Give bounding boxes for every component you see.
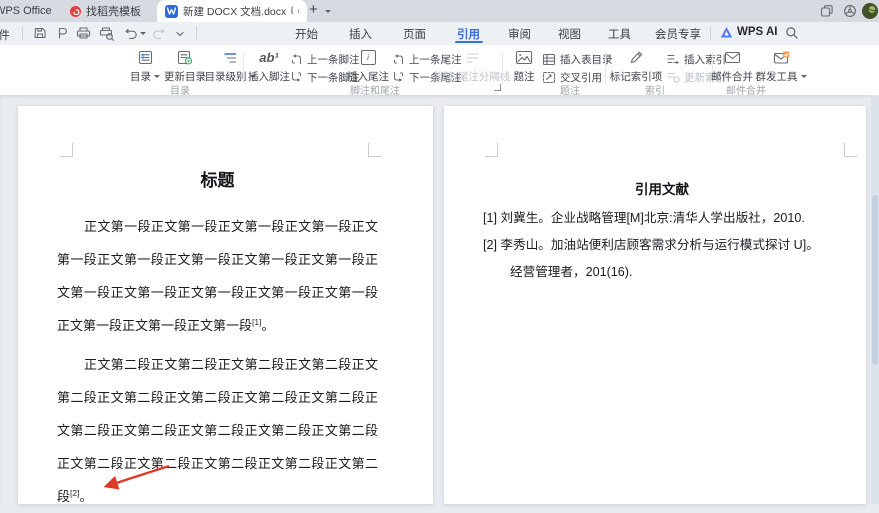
insert-endnote-icon: i: [361, 48, 376, 67]
body-line: 正文第一段正文第一段正文第一段[1]。: [57, 309, 378, 342]
file-menu[interactable]: 文件: [0, 27, 10, 43]
insert-index-icon: [666, 53, 680, 65]
print-preview-icon[interactable]: [99, 26, 115, 41]
docer-icon: [70, 6, 81, 17]
footnote-ref-2[interactable]: [2]: [70, 488, 79, 498]
print-icon[interactable]: [76, 26, 91, 40]
body-line: 文第一段正文第一段正文第一段正文第一段正文第一段: [57, 276, 378, 309]
export-pdf-icon[interactable]: [56, 26, 69, 40]
menu-home[interactable]: 开始: [295, 26, 318, 42]
scrollbar-thumb[interactable]: [872, 195, 878, 365]
mark-index-icon: [629, 48, 644, 67]
divider: [22, 27, 23, 40]
group-send-icon: [773, 48, 790, 67]
divider: [710, 27, 711, 40]
wps-ai-icon: [720, 26, 733, 39]
group-separator: [243, 52, 244, 84]
body-line: 正文第二段正文第二段正文第二段正文第二段正文: [57, 348, 378, 381]
table-of-figures-button[interactable]: 插入表目录: [542, 51, 613, 67]
menu-member[interactable]: 会员专享: [655, 26, 701, 42]
update-toc-icon: [177, 48, 193, 67]
red-arrow-annotation: [85, 455, 180, 500]
wps-ai-label[interactable]: WPS AI: [737, 26, 777, 38]
avatar[interactable]: [862, 3, 878, 19]
caption-icon: [515, 48, 533, 67]
reference-entry: [2] 李秀山。加油站便利店顾客需求分析与运行模式探讨 U]。: [483, 232, 819, 259]
reference-entry: [1] 刘冀生。企业战略管理[M]北京:清华人学出版社，2010.: [483, 205, 805, 232]
undo-icon[interactable]: [124, 27, 137, 40]
menu-page[interactable]: 页面: [403, 26, 426, 42]
margin-mark: [485, 143, 498, 157]
mark-index-button[interactable]: 标记索引项: [608, 48, 664, 84]
toc-level-icon: [223, 48, 238, 67]
references-heading: 引用文献: [483, 178, 841, 198]
service-icon[interactable]: [843, 4, 857, 18]
mail-merge-icon: [724, 48, 741, 67]
margin-mark: [844, 143, 857, 157]
tab-app[interactable]: WPS Office: [0, 5, 52, 17]
body-line: 正文第一段正文第一段正文第一段正文第一段正文: [57, 210, 378, 243]
dropdown-caret: [801, 75, 807, 78]
wps-writer-icon: [165, 5, 178, 18]
new-tab-button[interactable]: +: [309, 1, 318, 18]
tab-document-active[interactable]: 新建 DOCX 文档.docx: [157, 0, 307, 22]
vertical-scrollbar[interactable]: [871, 95, 879, 504]
tab-document-label: 新建 DOCX 文档.docx: [183, 4, 286, 19]
prev-endnote-icon: [392, 53, 405, 65]
insert-endnote-button[interactable]: i 插入尾注: [347, 48, 389, 84]
reference-entry: 经营管理者，201(16).: [510, 259, 632, 286]
undo-caret[interactable]: [140, 32, 146, 35]
body-line: 第一段正文第一段正文第一段正文第一段正文第一段正: [57, 243, 378, 276]
group-separator: [502, 52, 503, 84]
dialog-launcher-icon[interactable]: [494, 84, 501, 91]
body-line: 文第二段正文第二段正文第二段正文第二段正文第二段: [57, 414, 378, 447]
page-2[interactable]: 引用文献 [1] 刘冀生。企业战略管理[M]北京:清华人学出版社，2010. […: [444, 106, 866, 504]
redo-icon[interactable]: [153, 27, 166, 40]
window-tab-bar: WPS Office 找稻壳模板 新建 DOCX 文档.docx +: [0, 0, 879, 22]
menu-tools[interactable]: 工具: [608, 26, 631, 42]
screen-share-icon[interactable]: [291, 6, 293, 17]
caption-button[interactable]: 题注: [506, 48, 542, 84]
divider: [196, 27, 197, 40]
prev-footnote-icon: [290, 53, 303, 65]
footnote-separator-icon: [465, 48, 480, 67]
document-title: 标题: [57, 166, 378, 191]
search-icon[interactable]: [785, 26, 799, 40]
window-mode-icon[interactable]: [820, 4, 834, 18]
unsaved-dot: [298, 9, 299, 13]
footnote-separator-button: 脚注/尾注分隔线: [441, 48, 503, 84]
table-of-figures-icon: [542, 53, 556, 66]
save-icon[interactable]: [33, 26, 47, 40]
toc-icon: [138, 48, 153, 67]
mail-merge-button[interactable]: 邮件合并: [708, 48, 756, 84]
page-1[interactable]: 标题 正文第一段正文第一段正文第一段正文第一段正文 第一段正文第一段正文第一段正…: [18, 106, 433, 504]
insert-footnote-icon: ab¹: [259, 48, 279, 67]
margin-mark: [368, 143, 381, 157]
margin-mark: [60, 143, 73, 157]
next-footnote-icon: [290, 71, 303, 83]
menu-insert[interactable]: 插入: [349, 26, 372, 42]
toolbar-more-caret[interactable]: [175, 30, 185, 38]
body-line: 第二段正文第二段正文第二段正文第二段正文第二段正: [57, 381, 378, 414]
menu-review[interactable]: 审阅: [508, 26, 531, 42]
menu-view[interactable]: 视图: [558, 26, 581, 42]
footnote-ref-1[interactable]: [1]: [252, 317, 261, 327]
group-separator: [605, 52, 606, 84]
menu-references[interactable]: 引用: [457, 26, 480, 42]
group-send-button[interactable]: 群发工具: [754, 48, 808, 84]
tab-docer-label: 找稻壳模板: [86, 3, 141, 19]
tab-docer[interactable]: 找稻壳模板: [70, 0, 155, 22]
insert-footnote-button[interactable]: ab¹ 插入脚注: [247, 48, 291, 84]
tab-list-caret[interactable]: [325, 10, 331, 13]
